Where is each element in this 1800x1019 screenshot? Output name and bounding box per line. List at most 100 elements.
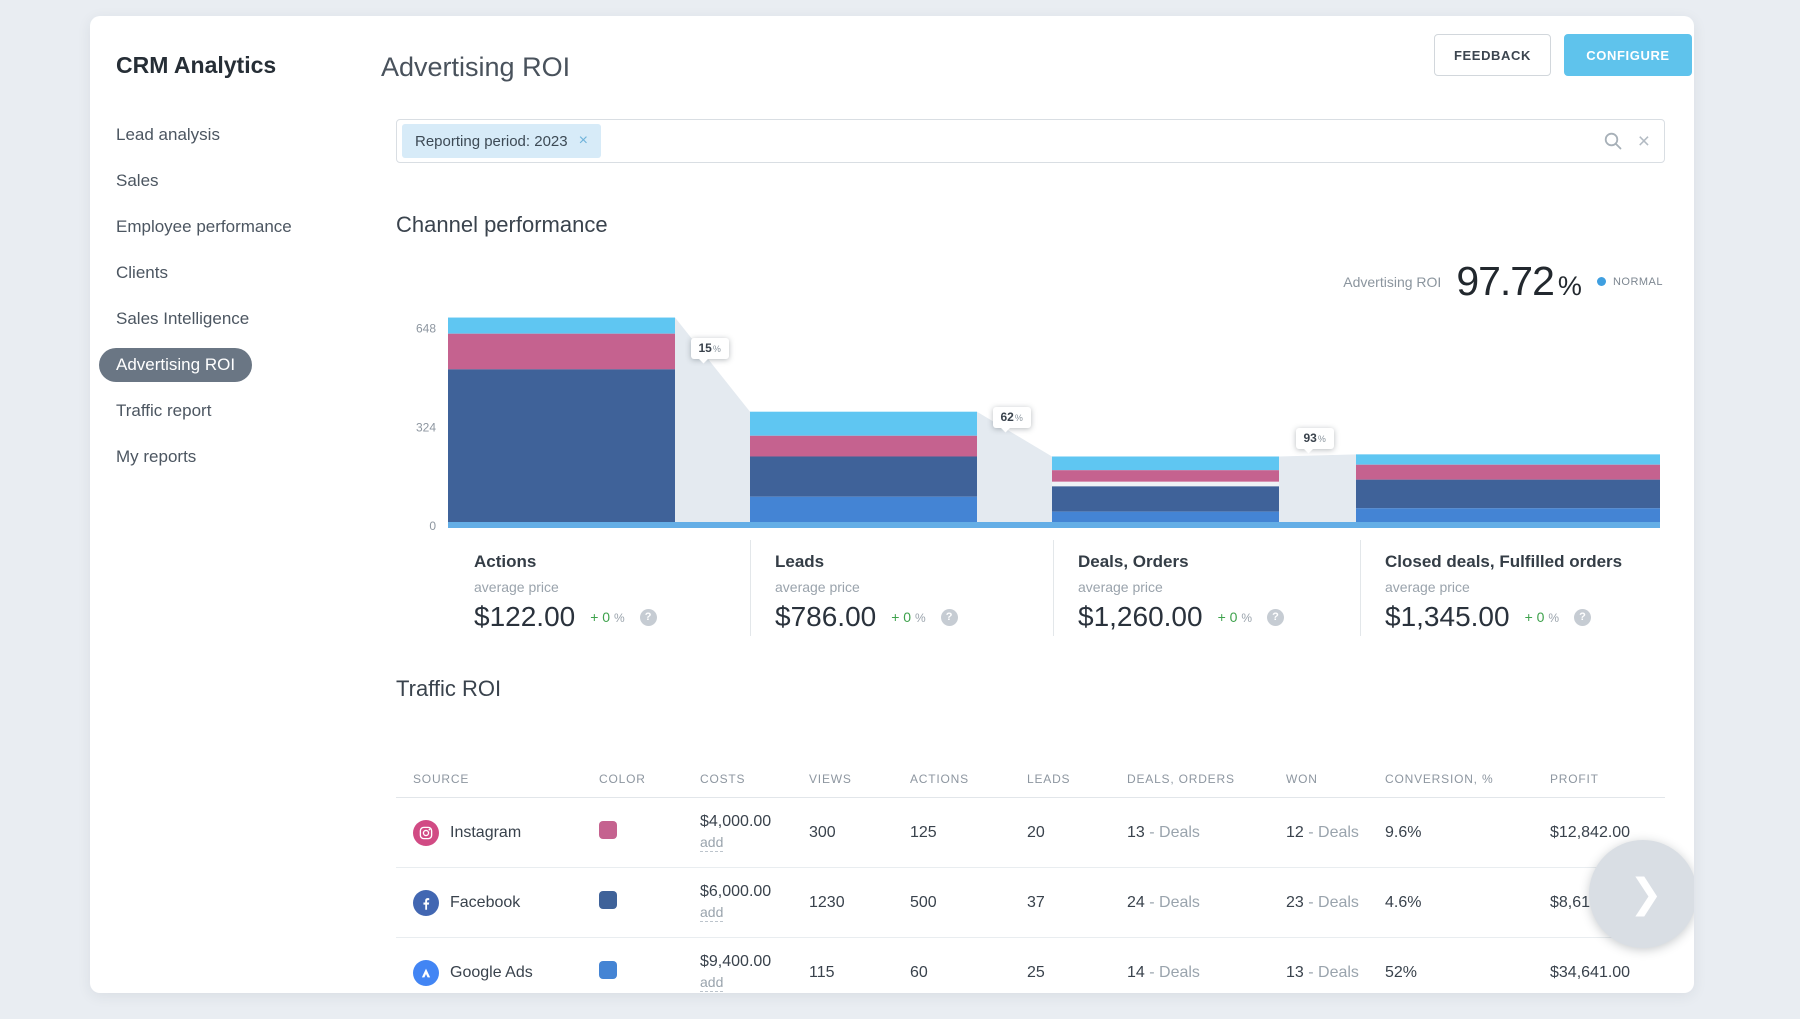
source-name: Instagram (450, 824, 521, 842)
won-cell: 13 - Deals (1286, 964, 1385, 982)
leads-cell: 37 (1027, 894, 1127, 912)
sidebar-item-employee-performance[interactable]: Employee performance (116, 204, 366, 250)
roi-value: 97.72% (1456, 258, 1582, 305)
color-cell (599, 821, 700, 844)
instagram-icon (413, 820, 439, 846)
views-cell: 1230 (809, 894, 910, 912)
add-cost-link[interactable]: add (700, 904, 723, 922)
views-cell: 115 (809, 964, 910, 982)
stage-stat-closed-deals-fulfilled-orders: Closed deals, Fulfilled ordersaverage pr… (1360, 540, 1665, 636)
stat-delta: + 0 % (891, 609, 925, 625)
column-header-won: WON (1286, 772, 1385, 786)
roi-status-badge: NORMAL (1597, 276, 1663, 288)
sidebar-item-my-reports[interactable]: My reports (116, 434, 366, 480)
column-header-costs: COSTS (700, 772, 809, 786)
sidebar-item-traffic-report[interactable]: Traffic report (116, 388, 366, 434)
source-cell: Facebook (413, 890, 599, 916)
sidebar-item-lead-analysis[interactable]: Lead analysis (116, 112, 366, 158)
table-row-instagram[interactable]: Instagram$4,000.00add3001252013 - Deals1… (396, 798, 1665, 868)
color-swatch[interactable] (599, 891, 617, 909)
app-brand: CRM Analytics (116, 52, 276, 79)
conversion-cell: 4.6% (1385, 894, 1550, 912)
page-title: Advertising ROI (381, 52, 570, 83)
table-row-google-ads[interactable]: Google Ads $9,400.00add115602514 - Deals1… (396, 938, 1665, 993)
source-name: Facebook (450, 894, 520, 912)
traffic-table-header: SOURCECOLORCOSTSVIEWSACTIONSLEADSDEALS, … (396, 761, 1665, 798)
costs-value: $6,000.00 (700, 883, 771, 901)
stat-delta: + 0 % (1525, 609, 1559, 625)
column-header-color: COLOR (599, 772, 700, 786)
source-cell: Google Ads (413, 960, 599, 986)
sidebar-item-label: My reports (116, 447, 196, 467)
svg-text:0: 0 (429, 519, 436, 533)
actions-cell: 500 (910, 894, 1027, 912)
help-icon[interactable]: ? (640, 609, 657, 626)
add-cost-link[interactable]: add (700, 834, 723, 852)
source-name: Google Ads (450, 964, 533, 982)
sidebar-item-label: Advertising ROI (99, 348, 252, 382)
sidebar-menu: Lead analysis Sales Employee performance Cl… (116, 112, 366, 480)
color-swatch[interactable] (599, 821, 617, 839)
column-header-profit: PROFIT (1550, 772, 1665, 786)
deals-orders-cell: 24 - Deals (1127, 894, 1286, 912)
color-cell (599, 961, 700, 984)
stat-caption: average price (474, 579, 750, 595)
stage-stat-leads: Leads average price $786.00 + 0 %? (750, 540, 1053, 636)
status-dot-icon (1597, 277, 1606, 286)
sidebar-item-sales[interactable]: Sales (116, 158, 366, 204)
stat-delta: + 0 % (1218, 609, 1252, 625)
filter-bar[interactable]: Reporting period: 2023 × × (396, 119, 1665, 163)
carousel-next-button[interactable]: ❯ (1589, 840, 1694, 948)
roi-unit: % (1558, 271, 1582, 301)
source-cell: Instagram (413, 820, 599, 846)
deals-orders-cell: 14 - Deals (1127, 964, 1286, 982)
help-icon[interactable]: ? (1574, 609, 1591, 626)
stat-caption: average price (1385, 579, 1665, 595)
sidebar-item-advertising-roi[interactable]: Advertising ROI (116, 342, 366, 388)
filter-clear-icon[interactable]: × (1638, 131, 1650, 152)
costs-cell: $4,000.00add (700, 813, 809, 852)
help-icon[interactable]: ? (1267, 609, 1284, 626)
stat-title: Leads (775, 552, 1053, 572)
sidebar-item-label: Clients (116, 263, 168, 283)
leads-cell: 20 (1027, 824, 1127, 842)
traffic-table-body: Instagram$4,000.00add3001252013 - Deals1… (396, 798, 1665, 993)
deals-orders-cell: 13 - Deals (1127, 824, 1286, 842)
configure-button[interactable]: CONFIGURE (1564, 34, 1692, 76)
sidebar-item-clients[interactable]: Clients (116, 250, 366, 296)
stat-caption: average price (775, 579, 1053, 595)
conversion-cell: 9.6% (1385, 824, 1550, 842)
svg-text:324: 324 (416, 420, 436, 434)
color-swatch[interactable] (599, 961, 617, 979)
sidebar-item-sales-intelligence[interactable]: Sales Intelligence (116, 296, 366, 342)
column-header-source: SOURCE (413, 772, 599, 786)
search-icon[interactable] (1603, 131, 1623, 151)
stage-stat-deals-orders: Deals, Ordersaverage price$1,260.00+ 0 %… (1053, 540, 1360, 636)
facebook-icon (413, 890, 439, 916)
profit-cell: $12,842.00 (1550, 824, 1665, 842)
stat-average-price: $786.00 (775, 601, 876, 633)
table-row-facebook[interactable]: Facebook$6,000.00add12305003724 - Deals2… (396, 868, 1665, 938)
add-cost-link[interactable]: add (700, 974, 723, 992)
filter-tag-close-icon[interactable]: × (579, 132, 588, 150)
leads-cell: 25 (1027, 964, 1127, 982)
profit-cell: $34,641.00 (1550, 964, 1665, 982)
sidebar-item-label: Employee performance (116, 217, 292, 237)
column-header-deals-orders: DEALS, ORDERS (1127, 772, 1286, 786)
costs-cell: $9,400.00add (700, 953, 809, 992)
filter-tag-label: Reporting period: 2023 (415, 133, 568, 150)
svg-text:648: 648 (416, 322, 436, 336)
column-header-conversion: CONVERSION, % (1385, 772, 1550, 786)
actions-cell: 60 (910, 964, 1027, 982)
chevron-right-icon: ❯ (1629, 871, 1663, 917)
roi-label: Advertising ROI (1343, 274, 1441, 290)
feedback-button[interactable]: FEEDBACK (1434, 34, 1551, 76)
sidebar-item-label: Lead analysis (116, 125, 220, 145)
help-icon[interactable]: ? (941, 609, 958, 626)
stat-title: Actions (474, 552, 750, 572)
filter-tag-reporting-period[interactable]: Reporting period: 2023 × (402, 124, 601, 158)
column-header-actions: ACTIONS (910, 772, 1027, 786)
traffic-table: SOURCECOLORCOSTSVIEWSACTIONSLEADSDEALS, … (396, 761, 1665, 993)
googleads-icon (413, 960, 439, 986)
stat-average-price: $122.00 (474, 601, 575, 633)
